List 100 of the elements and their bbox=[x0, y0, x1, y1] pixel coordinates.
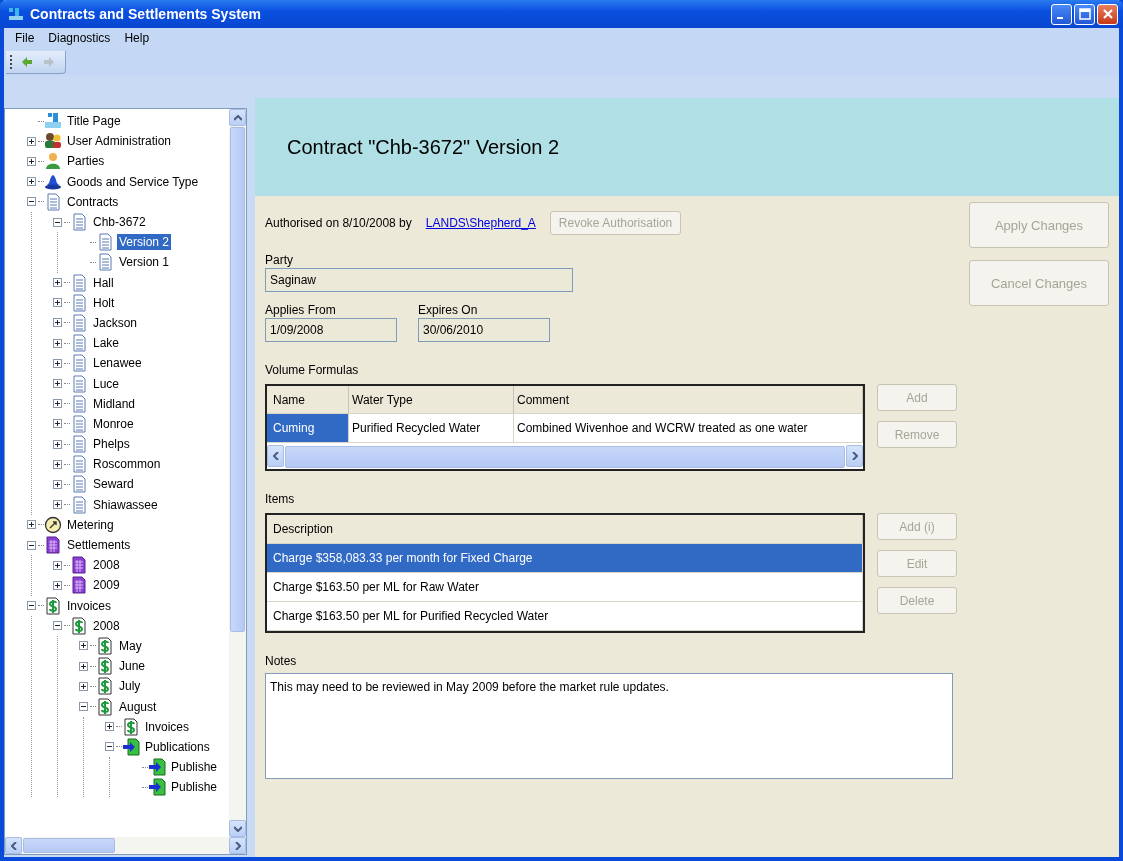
maximize-button[interactable] bbox=[1074, 3, 1095, 25]
field-label: Notes bbox=[265, 653, 298, 669]
minimize-button[interactable] bbox=[1051, 3, 1072, 25]
tree-item[interactable]: Publishe bbox=[169, 779, 220, 796]
document-icon bbox=[70, 435, 88, 454]
column-header[interactable]: Water Type bbox=[349, 386, 514, 414]
expand-icon[interactable] bbox=[53, 399, 62, 409]
expand-icon[interactable] bbox=[53, 419, 62, 429]
calendar-icon bbox=[70, 556, 88, 575]
tree-item[interactable]: 2008 bbox=[91, 617, 122, 634]
tree-item[interactable]: Parties bbox=[65, 153, 107, 170]
collapse-icon[interactable] bbox=[27, 601, 36, 611]
horizontal-scrollbar[interactable] bbox=[5, 837, 246, 854]
tree-item[interactable]: Version 1 bbox=[117, 254, 172, 271]
expand-icon[interactable] bbox=[53, 560, 62, 570]
collapse-icon[interactable] bbox=[105, 742, 114, 752]
expand-icon[interactable] bbox=[53, 439, 62, 449]
expand-icon[interactable] bbox=[53, 479, 62, 489]
publish-icon bbox=[148, 758, 166, 777]
expand-icon[interactable] bbox=[53, 278, 62, 288]
tree-item[interactable]: Shiawassee bbox=[91, 496, 160, 513]
tree-item[interactable]: Lenawee bbox=[91, 355, 144, 372]
table-cell[interactable]: Charge $358,083.33 per month for Fixed Charge bbox=[267, 544, 863, 573]
vertical-scrollbar[interactable] bbox=[229, 109, 246, 837]
tree-item[interactable]: 2009 bbox=[91, 577, 122, 594]
collapse-icon[interactable] bbox=[79, 702, 88, 712]
expand-icon[interactable] bbox=[53, 500, 62, 510]
tree-item[interactable]: Chb-3672 bbox=[91, 214, 148, 231]
tree-item[interactable]: Midland bbox=[91, 395, 138, 412]
notes-field[interactable]: This may need to be reviewed in May 2009 before the market rule updates. bbox=[265, 673, 953, 779]
user-link[interactable]: LANDS\Shepherd_A bbox=[425, 216, 536, 230]
expand-icon[interactable] bbox=[53, 459, 62, 469]
collapse-icon[interactable] bbox=[27, 540, 36, 550]
dollar-icon bbox=[122, 717, 140, 736]
tree-item[interactable]: June bbox=[117, 658, 148, 675]
expand-icon[interactable] bbox=[79, 681, 88, 691]
tree-item[interactable]: Invoices bbox=[143, 718, 192, 735]
expand-icon[interactable] bbox=[53, 580, 62, 590]
document-icon bbox=[70, 475, 88, 494]
tree-item[interactable]: Jackson bbox=[91, 314, 140, 331]
text-field[interactable]: 30/06/2010 bbox=[418, 318, 550, 342]
expand-icon[interactable] bbox=[27, 177, 36, 187]
title-page-icon bbox=[44, 112, 62, 131]
expand-icon[interactable] bbox=[27, 520, 36, 530]
expand-icon[interactable] bbox=[79, 661, 88, 671]
tree-item[interactable]: Seward bbox=[91, 476, 136, 493]
expand-icon[interactable] bbox=[53, 358, 62, 368]
document-icon bbox=[96, 233, 114, 252]
maximize-icon bbox=[1078, 8, 1091, 20]
table-cell[interactable]: Charge $163.50 per ML for Raw Water bbox=[267, 573, 863, 602]
tree-item[interactable]: Settlements bbox=[65, 537, 133, 554]
menu-item[interactable]: File bbox=[8, 31, 42, 45]
tree-item[interactable]: Roscommon bbox=[91, 456, 163, 473]
expand-icon[interactable] bbox=[27, 136, 36, 146]
authorisation-text: Authorised on 8/10/2008 by bbox=[265, 216, 412, 230]
expand-icon[interactable] bbox=[53, 318, 62, 328]
menu-item[interactable]: Diagnostics bbox=[41, 31, 118, 45]
tree-item[interactable]: 2008 bbox=[91, 557, 122, 574]
tree-item[interactable]: May bbox=[117, 637, 144, 654]
tree-item[interactable]: July bbox=[117, 678, 143, 695]
text-field[interactable]: Saginaw bbox=[265, 268, 573, 292]
table-cell[interactable]: Purified Recycled Water bbox=[349, 414, 514, 443]
document-icon bbox=[70, 414, 88, 433]
tree-item[interactable]: Goods and Service Type bbox=[65, 173, 201, 190]
tree-item[interactable]: Publications bbox=[143, 738, 212, 755]
tree-item[interactable]: Luce bbox=[91, 375, 122, 392]
tree-item[interactable]: Metering bbox=[65, 516, 116, 533]
tree-item[interactable]: User Administration bbox=[65, 133, 174, 150]
collapse-icon[interactable] bbox=[53, 217, 62, 227]
document-icon bbox=[70, 293, 88, 312]
expand-icon[interactable] bbox=[53, 298, 62, 308]
close-button[interactable] bbox=[1097, 3, 1118, 25]
expand-icon[interactable] bbox=[53, 338, 62, 348]
dollar-icon bbox=[96, 636, 114, 655]
horizontal-scrollbar[interactable] bbox=[267, 445, 863, 469]
table-cell[interactable]: Combined Wivenhoe and WCRW treated as one water bbox=[514, 414, 863, 443]
tree-item[interactable]: Contracts bbox=[65, 193, 121, 210]
column-header[interactable]: Comment bbox=[514, 386, 863, 414]
tree-item[interactable]: Monroe bbox=[91, 415, 136, 432]
tree-item[interactable]: Invoices bbox=[65, 597, 114, 614]
tree-item[interactable]: Lake bbox=[91, 335, 122, 352]
tree-item[interactable]: Version 2 bbox=[117, 234, 172, 251]
document-icon bbox=[96, 253, 114, 272]
tree-item[interactable]: Publishe bbox=[169, 759, 220, 776]
tree-item[interactable]: Holt bbox=[91, 294, 117, 311]
expand-icon[interactable] bbox=[105, 722, 114, 732]
tree-item[interactable]: Title Page bbox=[65, 113, 123, 130]
document-icon bbox=[44, 192, 62, 211]
collapse-icon[interactable] bbox=[53, 621, 62, 631]
tree-item[interactable]: Phelps bbox=[91, 436, 132, 453]
table-cell[interactable]: Cuming bbox=[267, 414, 349, 443]
tree-item[interactable]: Hall bbox=[91, 274, 116, 291]
tree-item[interactable]: August bbox=[117, 698, 159, 715]
expand-icon[interactable] bbox=[27, 156, 36, 166]
text-field[interactable]: 1/09/2008 bbox=[265, 318, 397, 342]
table-cell[interactable]: Charge $163.50 per ML for Purified Recycled Water bbox=[267, 602, 863, 631]
collapse-icon[interactable] bbox=[27, 197, 36, 207]
expand-icon[interactable] bbox=[53, 379, 62, 389]
expand-icon[interactable] bbox=[79, 641, 88, 651]
menu-item[interactable]: Help bbox=[117, 31, 157, 45]
